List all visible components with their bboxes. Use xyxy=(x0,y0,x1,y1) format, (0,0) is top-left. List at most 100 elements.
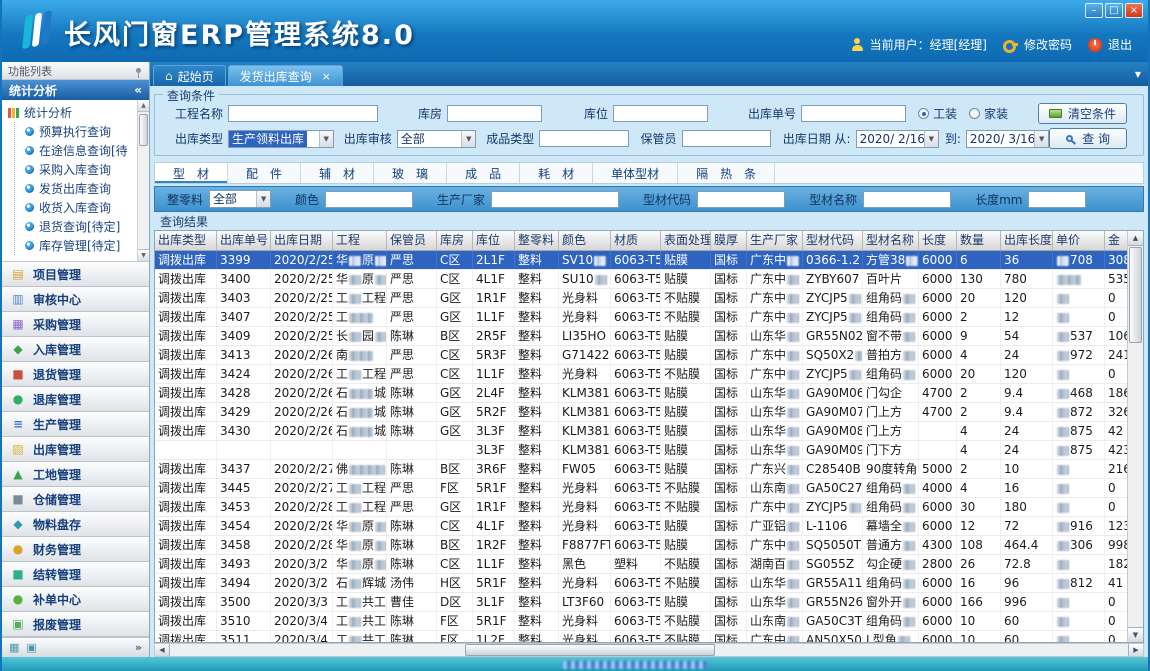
warehouse-input[interactable] xyxy=(447,105,542,122)
sidebar-item[interactable]: ■仓储管理 xyxy=(2,487,149,512)
material-tab[interactable]: 配 件 xyxy=(228,163,301,183)
chevron-down-icon[interactable]: ▼ xyxy=(256,191,270,207)
horizontal-scrollbar[interactable]: ◀ ▶ xyxy=(154,643,1144,657)
filter-input[interactable] xyxy=(697,191,785,208)
tree-root[interactable]: 统计分析 xyxy=(8,103,137,122)
scroll-down-icon[interactable]: ▼ xyxy=(138,249,149,261)
column-header[interactable]: 表面处理 xyxy=(661,231,711,250)
chevron-down-icon[interactable]: ▼ xyxy=(461,131,475,147)
table-row[interactable]: 调拨出库34372020/2/27佛陈琳B区3R6F整料FW056063-T5贴… xyxy=(155,460,1127,479)
table-row[interactable]: 调拨出库34002020/2/25华原严思C区4L1F整料SU106063-T5… xyxy=(155,270,1127,289)
scrollbar-thumb[interactable] xyxy=(139,114,148,146)
sidebar-section-header[interactable]: 统计分析 « xyxy=(2,80,149,100)
chevron-down-icon[interactable]: ▼ xyxy=(319,131,333,147)
table-row[interactable]: 调拨出库35112020/3/4工共工程陈琳F区1L2F整料光身料6063-T5… xyxy=(155,631,1127,642)
material-tab[interactable]: 辅 材 xyxy=(301,163,374,183)
close-button[interactable]: × xyxy=(1125,3,1143,18)
grid-view-icon[interactable]: ▦ xyxy=(9,641,19,654)
table-row[interactable]: 调拨出库34532020/2/28工工程严思G区1R1F整料光身料6063-T5… xyxy=(155,498,1127,517)
table-row[interactable]: 调拨出库34072020/2/25工严思G区1L1F整料光身料6063-T5不贴… xyxy=(155,308,1127,327)
table-row[interactable]: 调拨出库34242020/2/26工工程严思C区1L1F整料光身料6063-T5… xyxy=(155,365,1127,384)
clear-conditions-button[interactable]: 清空条件 xyxy=(1038,103,1127,124)
monitor-icon[interactable]: ▣ xyxy=(26,641,36,654)
column-header[interactable]: 库位 xyxy=(473,231,515,250)
material-tab[interactable]: 型 材 xyxy=(155,163,228,183)
material-tab[interactable]: 成 品 xyxy=(447,163,520,183)
table-row[interactable]: 调拨出库34292020/2/26石城陈琳G区5R2F整料KLM38176063… xyxy=(155,403,1127,422)
tree-item[interactable]: 预算执行查询 xyxy=(15,122,137,141)
logout-link[interactable]: 退出 xyxy=(1108,36,1132,53)
column-header[interactable]: 出库单号 xyxy=(217,231,271,250)
tree-scrollbar[interactable]: ▲ ▼ xyxy=(137,100,149,261)
product-type-input[interactable] xyxy=(539,130,628,147)
order-no-input[interactable] xyxy=(801,105,906,122)
sidebar-item[interactable]: ●退库管理 xyxy=(2,387,149,412)
table-row[interactable]: 调拨出库34942020/3/2石辉城汤伟H区5R1F整料光身料6063-T5不… xyxy=(155,574,1127,593)
date-from-picker[interactable]: 2020/ 2/16 ▼ xyxy=(856,130,939,148)
filter-input[interactable] xyxy=(491,191,619,208)
column-header[interactable]: 出库类型 xyxy=(155,231,217,250)
sidebar-item[interactable]: ◆物料盘存 xyxy=(2,512,149,537)
table-row[interactable]: 调拨出库35002020/3/3工共工程曹佳D区3L1F整料LT3F606063… xyxy=(155,593,1127,612)
sidebar-item[interactable]: ▧出库管理 xyxy=(2,437,149,462)
column-header[interactable]: 颜色 xyxy=(559,231,611,250)
column-header[interactable]: 单价 xyxy=(1053,231,1105,250)
push-pin-icon[interactable] xyxy=(136,68,141,73)
sidebar-item[interactable]: ▤项目管理 xyxy=(2,262,149,287)
close-tab-icon[interactable]: × xyxy=(322,71,331,82)
material-tab[interactable]: 玻 璃 xyxy=(374,163,447,183)
filter-input[interactable] xyxy=(1028,191,1086,208)
material-tab[interactable]: 耗 材 xyxy=(520,163,593,183)
tree-item[interactable]: 采购入库查询 xyxy=(15,160,137,179)
sidebar-item[interactable]: ≡生产管理 xyxy=(2,412,149,437)
tree-item[interactable]: 发货出库查询 xyxy=(15,179,137,198)
chevron-down-icon[interactable]: ▼ xyxy=(1034,131,1048,147)
filter-select[interactable]: 全部▼ xyxy=(209,190,271,208)
column-header[interactable]: 库房 xyxy=(437,231,473,250)
radio-gongzhuang[interactable]: 工装 xyxy=(918,105,957,122)
table-row[interactable]: 调拨出库34132020/2/26南严思C区5R3F整料G714226063-T… xyxy=(155,346,1127,365)
table-row[interactable]: 调拨出库34582020/2/28华原陈琳B区1R2F整料F8877FT6063… xyxy=(155,536,1127,555)
table-row[interactable]: 调拨出库35102020/3/4工共工程陈琳F区5R1F整料光身料6063-T5… xyxy=(155,612,1127,631)
table-row[interactable]: 调拨出库34452020/2/27工工程严思F区5R1F整料光身料6063-T5… xyxy=(155,479,1127,498)
table-row[interactable]: 3L3F整料KLM38176063-T5贴膜国标山东华GA90M09门下方424… xyxy=(155,441,1127,460)
out-type-select[interactable]: 生产领料出库 ▼ xyxy=(228,130,334,148)
column-header[interactable]: 长度 xyxy=(919,231,957,250)
scroll-right-icon[interactable]: ▶ xyxy=(1128,644,1143,656)
audit-select[interactable]: 全部 ▼ xyxy=(397,130,477,148)
column-header[interactable]: 型材名称 xyxy=(863,231,919,250)
tab-list-dropdown-icon[interactable]: ▼ xyxy=(1135,70,1141,79)
table-row[interactable]: 调拨出库34932020/3/2华原陈琳C区1L1F整料黑色塑料不贴膜国标湖南百… xyxy=(155,555,1127,574)
table-row[interactable]: 调拨出库33992020/2/25华原严思C区2L1F整料SV106063-T5… xyxy=(155,251,1127,270)
column-header[interactable]: 出库日期 xyxy=(271,231,333,250)
more-panels-icon[interactable]: » xyxy=(135,641,142,654)
sidebar-item[interactable]: ▦采购管理 xyxy=(2,312,149,337)
scroll-down-icon[interactable]: ▼ xyxy=(1128,627,1143,642)
sidebar-item[interactable]: ■结转管理 xyxy=(2,562,149,587)
date-to-picker[interactable]: 2020/ 3/16 ▼ xyxy=(966,130,1049,148)
column-header[interactable]: 数量 xyxy=(957,231,1001,250)
sidebar-item[interactable]: ▲工地管理 xyxy=(2,462,149,487)
location-input[interactable] xyxy=(613,105,708,122)
filter-input[interactable] xyxy=(325,191,413,208)
table-row[interactable]: 调拨出库34282020/2/26石城陈琳G区2L4F整料KLM38176063… xyxy=(155,384,1127,403)
sidebar-item[interactable]: ◆入库管理 xyxy=(2,337,149,362)
tree-item[interactable]: 库存管理[待定] xyxy=(15,236,137,255)
table-row[interactable]: 调拨出库34092020/2/25长园陈琳B区2R5F整料LI35HO6063-… xyxy=(155,327,1127,346)
tab-home[interactable]: ⌂ 起始页 xyxy=(153,65,226,86)
radio-jiazhuang[interactable]: 家装 xyxy=(969,105,1008,122)
maximize-button[interactable]: □ xyxy=(1105,3,1123,18)
table-row[interactable]: 调拨出库34032020/2/25工工程严思G区1R1F整料光身料6063-T5… xyxy=(155,289,1127,308)
column-header[interactable]: 保管员 xyxy=(387,231,437,250)
collapse-panel-icon[interactable]: « xyxy=(134,83,142,97)
scroll-up-icon[interactable]: ▲ xyxy=(138,100,149,112)
sidebar-item[interactable]: ▣报废管理 xyxy=(2,612,149,637)
material-tab[interactable]: 隔 热 条 xyxy=(678,163,775,183)
column-header[interactable]: 型材代码 xyxy=(803,231,863,250)
sidebar-item[interactable]: ●财务管理 xyxy=(2,537,149,562)
scroll-left-icon[interactable]: ◀ xyxy=(155,644,170,656)
filter-input[interactable] xyxy=(863,191,951,208)
tab-shipping-outbound-query[interactable]: 发货出库查询 × xyxy=(228,65,343,86)
vertical-scrollbar[interactable]: ▲ ▼ xyxy=(1127,231,1143,642)
sidebar-item[interactable]: ●补单中心 xyxy=(2,587,149,612)
